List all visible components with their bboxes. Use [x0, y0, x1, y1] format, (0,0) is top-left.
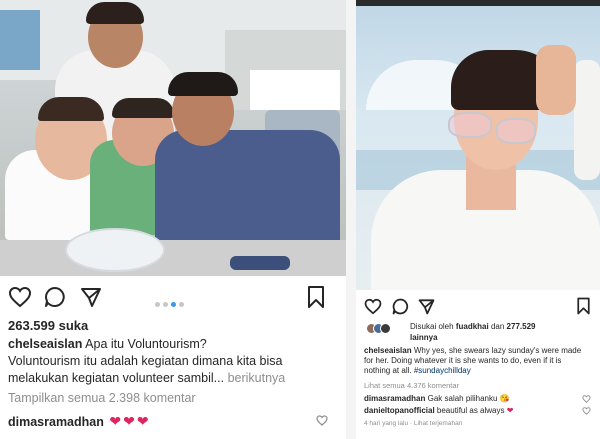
view-all-comments-link[interactable]: Tampilkan semua 2.398 komentar [8, 391, 196, 405]
avatar [380, 323, 391, 334]
carousel-dot[interactable] [179, 302, 184, 307]
comment-username[interactable]: dimasramadhan [8, 415, 104, 429]
more-link[interactable]: berikutnya [228, 371, 286, 385]
comment-text: Gak salah pilihanku [427, 394, 498, 403]
carousel-indicator [155, 294, 187, 307]
likes-count[interactable]: 263.599 suka [8, 318, 88, 333]
comment-row: danieltopanofficial beautiful as always … [364, 406, 513, 415]
caption-text: Apa itu Voluntourism? [85, 337, 207, 351]
comment-username[interactable]: dimasramadhan [364, 394, 425, 403]
liked-by-line: Disukai oleh fuadkhai dan 277.529 [410, 322, 535, 331]
caption-text: Why yes, she swears lazy sunday's were m… [413, 346, 582, 355]
hashtag-link[interactable]: #sundaychillday [414, 366, 471, 375]
caption-text: nothing at all. [364, 366, 412, 375]
caption-text: melakukan kegiatan volunteer sambil... [8, 371, 225, 385]
kiss-emoji: 😘 [499, 394, 510, 403]
heart-icon[interactable] [8, 286, 32, 308]
instagram-post-left: 263.599 suka chelseaislan Apa itu Volunt… [0, 0, 346, 439]
comment-like-heart-icon[interactable] [316, 415, 328, 426]
caption-username[interactable]: chelseaislan [8, 337, 82, 351]
liked-by-and: dan [490, 322, 505, 331]
comment-icon[interactable] [392, 298, 409, 315]
liked-by-avatars[interactable] [366, 321, 391, 339]
liked-by-user[interactable]: fuadkhai [456, 322, 489, 331]
carousel-dot-active[interactable] [171, 302, 176, 307]
liked-by-prefix: Disukai oleh [410, 322, 454, 331]
liked-by-others[interactable]: lainnya [410, 333, 438, 342]
post-photo-portrait[interactable] [356, 0, 600, 290]
bookmark-icon[interactable] [576, 297, 591, 315]
caption-line: chelseaislan Apa itu Voluntourism? [8, 337, 207, 351]
heart-emoji: ❤ [506, 406, 514, 415]
heart-emoji: ❤ [109, 413, 122, 429]
caption-line: chelseaislan Why yes, she swears lazy su… [364, 346, 581, 355]
panel-divider [346, 0, 356, 439]
post-actions-bar [356, 296, 600, 322]
comment-row: dimasramadhan ❤ ❤ ❤ [8, 413, 149, 430]
carousel-dot[interactable] [155, 302, 160, 307]
caption-line: melakukan kegiatan volunteer sambil... b… [8, 371, 285, 385]
heart-emoji: ❤ [123, 413, 135, 429]
comment-like-heart-icon[interactable] [582, 407, 591, 415]
post-photo-group[interactable] [0, 0, 346, 276]
caption-line: nothing at all. #sundaychillday [364, 366, 471, 375]
post-time-line: 4 hari yang lalu · Lihat terjemahan [364, 420, 463, 427]
share-icon[interactable] [418, 298, 435, 315]
caption-text: Voluntourism itu adalah kegiatan dimana … [8, 354, 283, 368]
heart-emoji: ❤ [136, 413, 149, 429]
caption-username[interactable]: chelseaislan [364, 346, 412, 355]
post-actions-bar [0, 284, 346, 310]
comment-text: beautiful as always [436, 406, 505, 415]
liked-by-count[interactable]: 277.529 [507, 322, 536, 331]
translate-link[interactable]: Lihat terjemahan [414, 420, 462, 427]
instagram-post-right: Disukai oleh fuadkhai dan 277.529 lainny… [356, 0, 600, 439]
comment-like-heart-icon[interactable] [582, 395, 591, 403]
comment-username[interactable]: danieltopanofficial [364, 406, 435, 415]
heart-icon[interactable] [364, 298, 382, 315]
carousel-dot[interactable] [163, 302, 168, 307]
view-all-comments-link[interactable]: Lihat semua 4.376 komentar [364, 381, 459, 390]
caption-text: for her. Doing whatever it is she wants … [364, 356, 562, 365]
bookmark-icon[interactable] [306, 285, 326, 309]
post-time: 4 hari yang lalu [364, 420, 409, 427]
comment-row: dimasramadhan Gak salah pilihanku 😘 [364, 394, 510, 403]
comment-icon[interactable] [44, 286, 66, 308]
share-icon[interactable] [80, 286, 102, 308]
